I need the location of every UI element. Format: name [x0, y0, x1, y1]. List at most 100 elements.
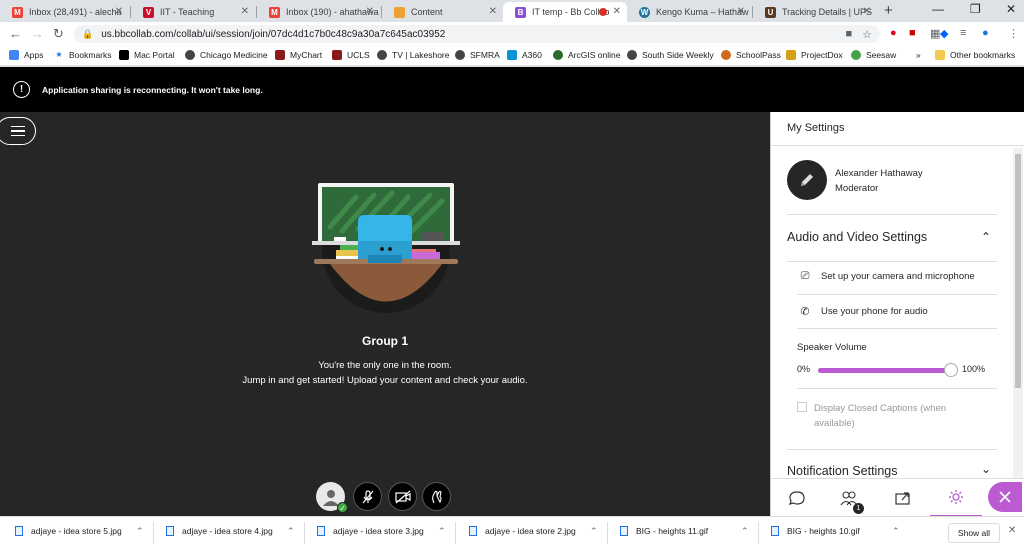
my-settings-panel: My Settings Alexander Hathaway Moderator…: [770, 112, 1024, 517]
chevron-up-icon[interactable]: ⌃: [438, 526, 446, 537]
close-panel-button[interactable]: [988, 482, 1022, 512]
tab-gmail-1[interactable]: M Inbox (28,491) - alecha ✕: [0, 2, 129, 22]
user-name: Alexander Hathaway: [835, 168, 923, 179]
bookmark-apps[interactable]: Apps: [9, 50, 43, 60]
chat-icon: [789, 491, 805, 505]
avatar[interactable]: ●: [982, 27, 989, 39]
chevron-up-icon[interactable]: ⌃: [741, 526, 749, 537]
maximize-button[interactable]: ❐: [970, 2, 981, 16]
uchicago-shield-icon: [275, 50, 285, 60]
bookmark-projectdox[interactable]: ProjectDox: [786, 50, 843, 60]
chevron-up-icon[interactable]: ⌃: [981, 230, 991, 244]
download-item[interactable]: BIG - heights 10.gif: [771, 526, 860, 536]
back-arrow-icon[interactable]: ←: [9, 26, 22, 41]
session-menu-button[interactable]: [0, 117, 36, 145]
microphone-toggle-button[interactable]: [353, 482, 382, 511]
chevron-down-icon[interactable]: ⌄: [981, 462, 991, 476]
banner-message: Application sharing is reconnecting. It …: [42, 84, 263, 95]
playlist-icon[interactable]: ≡: [960, 27, 966, 39]
close-icon[interactable]: ✕: [115, 6, 123, 17]
camera-mic-setup-link[interactable]: ⎚ Set up your camera and microphone: [797, 270, 975, 283]
bookmark-ucls[interactable]: UCLS: [332, 50, 370, 60]
close-icon[interactable]: ✕: [366, 6, 374, 17]
tab-bb-collab[interactable]: B IT temp - Bb Collab ✕: [503, 2, 627, 22]
bookmark-sfmra[interactable]: SFMRA: [455, 50, 500, 60]
bookmark-tv-lakeshore[interactable]: TV | Lakeshore: [377, 50, 450, 60]
bookmarks-overflow-button[interactable]: »: [916, 50, 921, 60]
bookmark-schoolpass[interactable]: SchoolPass: [721, 50, 781, 60]
tab-my-settings[interactable]: [930, 479, 982, 517]
download-item[interactable]: adjaye - idea store 3.jpg: [317, 526, 424, 536]
camera-toggle-button[interactable]: [388, 482, 417, 511]
bookmark-south-side-weekly[interactable]: South Side Weekly: [627, 50, 714, 60]
chevron-up-icon[interactable]: ⌃: [136, 526, 144, 537]
dropbox-icon[interactable]: ◆: [940, 27, 948, 40]
bookmark-arcgis[interactable]: ArcGIS online: [553, 50, 620, 60]
acrobat-icon[interactable]: ■: [909, 27, 916, 39]
new-tab-button[interactable]: +: [884, 2, 893, 19]
divider: [787, 214, 997, 215]
tab-gmail-2[interactable]: M Inbox (190) - ahathawa ✕: [257, 2, 380, 22]
volume-slider-handle[interactable]: [944, 363, 958, 377]
close-icon[interactable]: ✕: [489, 6, 497, 17]
audio-video-section-title[interactable]: Audio and Video Settings: [787, 230, 927, 244]
minimize-button[interactable]: —: [932, 2, 944, 16]
url-input[interactable]: 🔒 us.bbcollab.com/collab/ui/session/join…: [74, 25, 880, 43]
panel-scrollbar-thumb[interactable]: [1015, 154, 1021, 388]
room-message-2: Jump in and get started! Upload your con…: [242, 375, 528, 386]
bookmark-bookmarks[interactable]: ★ Bookmarks: [54, 50, 111, 60]
tab-iit-teaching[interactable]: V IIT - Teaching ✕: [131, 2, 255, 22]
close-icon[interactable]: ✕: [241, 6, 249, 17]
download-item[interactable]: adjaye - idea store 2.jpg: [469, 526, 576, 536]
raise-hand-button[interactable]: [422, 482, 451, 511]
camera-permission-icon[interactable]: ■: [845, 28, 852, 41]
bookmark-mac-portal[interactable]: Mac Portal: [119, 50, 175, 60]
close-icon[interactable]: ✕: [863, 6, 871, 17]
url-text: us.bbcollab.com/collab/ui/session/join/0…: [101, 28, 446, 40]
arcgis-icon: [553, 50, 563, 60]
bookmark-a360[interactable]: A360: [507, 50, 542, 60]
bookmark-seesaw[interactable]: Seesaw: [851, 50, 896, 60]
reload-icon[interactable]: ↻: [53, 26, 64, 42]
my-status-button[interactable]: ✓: [316, 482, 348, 513]
tab-participants[interactable]: 1: [823, 479, 875, 517]
bookmark-chicago-medicine[interactable]: Chicago Medicine: [185, 50, 268, 60]
close-icon[interactable]: ✕: [737, 6, 745, 17]
address-bar: ← → ↻ 🔒 us.bbcollab.com/collab/ui/sessio…: [0, 22, 1024, 46]
download-item[interactable]: BIG - heights 11.gif: [620, 526, 708, 536]
download-item[interactable]: adjaye - idea store 5.jpg: [15, 526, 122, 536]
show-all-downloads-button[interactable]: Show all: [948, 523, 1000, 543]
divider: [304, 522, 305, 544]
bookmark-star-icon[interactable]: ☆: [862, 28, 872, 41]
divider: [797, 388, 997, 389]
main-stage: Group 1 You're the only one in the room.…: [0, 112, 770, 516]
globe-icon: [455, 50, 465, 60]
closed-captions-checkbox[interactable]: [797, 402, 807, 412]
pinterest-icon[interactable]: ●: [890, 27, 897, 39]
grid-extension-icon[interactable]: ▦: [930, 27, 940, 40]
close-window-button[interactable]: ✕: [1006, 2, 1016, 16]
close-icon[interactable]: ✕: [613, 6, 621, 17]
close-downloads-icon[interactable]: ✕: [1008, 525, 1016, 536]
chevron-up-icon[interactable]: ⌃: [892, 526, 900, 537]
gear-icon: [949, 490, 963, 504]
tab-share-content[interactable]: [877, 479, 929, 517]
tab-content[interactable]: Content ✕: [382, 2, 503, 22]
divider: [797, 328, 997, 329]
autodesk-icon: [507, 50, 517, 60]
tab-ups[interactable]: U Tracking Details | UPS ✕: [753, 2, 877, 22]
bookmark-mychart[interactable]: MyChart: [275, 50, 322, 60]
avatar[interactable]: [787, 160, 827, 200]
speaker-volume-slider[interactable]: [818, 368, 951, 373]
phone-audio-link[interactable]: ✆ Use your phone for audio: [797, 305, 927, 318]
notification-settings-title[interactable]: Notification Settings: [787, 464, 897, 478]
tab-chat[interactable]: [771, 479, 823, 517]
download-item[interactable]: adjaye - idea store 4.jpg: [166, 526, 273, 536]
collaborate-page: ! Application sharing is reconnecting. I…: [0, 67, 1024, 517]
chevron-up-icon[interactable]: ⌃: [590, 526, 598, 537]
forward-arrow-icon[interactable]: →: [31, 26, 44, 41]
chevron-up-icon[interactable]: ⌃: [287, 526, 295, 537]
more-menu-icon[interactable]: ⋮: [1008, 27, 1019, 40]
bookmark-other[interactable]: Other bookmarks: [935, 50, 1015, 60]
tab-kengo-kuma[interactable]: W Kengo Kuma – Hathaw ✕: [627, 2, 751, 22]
